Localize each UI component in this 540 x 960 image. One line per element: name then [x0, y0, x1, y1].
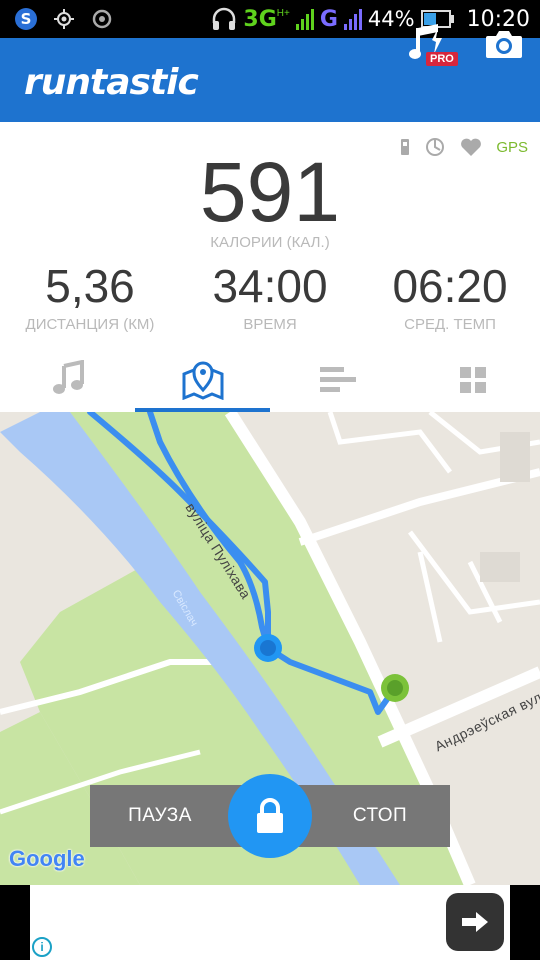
gps-icon	[54, 9, 74, 29]
calories-label: КАЛОРИИ (КАЛ.)	[210, 234, 330, 251]
time-value: 34:00	[212, 260, 328, 312]
distance-label: ДИСТАНЦИЯ (КМ)	[25, 316, 155, 333]
pace-metric: 06:20 СРЕД. ТЕМП	[360, 258, 540, 333]
info-icon[interactable]: i	[32, 937, 52, 957]
tab-dashboard[interactable]	[405, 348, 540, 412]
ad-banner[interactable]	[30, 885, 510, 960]
record-icon	[92, 9, 112, 29]
grid-icon	[459, 367, 486, 393]
view-tabs	[0, 348, 540, 412]
distance-metric: 5,36 ДИСТАНЦИЯ (КМ)	[0, 258, 180, 333]
signal-icon	[295, 9, 314, 30]
svg-text:S: S	[21, 10, 32, 28]
distance-value: 5,36	[45, 260, 135, 312]
time-label: ВРЕМЯ	[243, 316, 297, 333]
tab-map[interactable]	[135, 348, 270, 412]
status-bar: S 3G H+ G 44% 10:20	[0, 0, 540, 38]
time-metric: 34:00 ВРЕМЯ	[180, 258, 360, 333]
stop-button[interactable]: СТОП	[310, 785, 450, 847]
app-bar: runtastic	[0, 38, 540, 122]
lock-icon	[257, 798, 283, 833]
network-subtype: H+	[276, 7, 290, 19]
list-bars-icon	[319, 367, 356, 392]
app-logo: runtastic	[24, 62, 199, 103]
google-logo-text: Google	[9, 846, 85, 871]
pause-button[interactable]: ПАУЗА	[90, 785, 230, 847]
tab-splits[interactable]	[270, 348, 405, 412]
music-note-icon	[52, 360, 84, 394]
pace-label: СРЕД. ТЕМП	[404, 316, 496, 333]
network-type: 3G	[243, 6, 277, 32]
google-logo: Google	[9, 846, 85, 872]
tab-music[interactable]	[0, 348, 135, 412]
camera-icon[interactable]	[484, 28, 524, 60]
arrow-right-icon	[462, 912, 488, 932]
pro-badge: PRO	[426, 52, 458, 66]
ad-arrow-button[interactable]	[446, 893, 504, 951]
s-app-icon: S	[15, 8, 37, 30]
network-type-2: G	[319, 6, 338, 32]
lock-button[interactable]	[228, 774, 312, 858]
stats-panel: GPS 591 КАЛОРИИ (КАЛ.) 5,36 ДИСТАНЦИЯ (К…	[0, 122, 540, 412]
headphones-icon	[213, 7, 236, 30]
map-pin-icon	[182, 361, 223, 400]
signal-icon-2	[343, 9, 362, 30]
pace-value: 06:20	[392, 260, 508, 312]
calories-value: 591	[199, 145, 341, 239]
